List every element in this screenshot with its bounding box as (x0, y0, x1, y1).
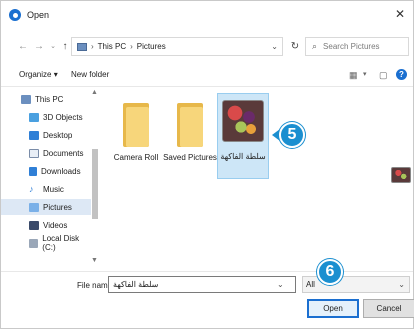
file-item-fruit-salad[interactable]: سلطة الفاكهة (217, 93, 269, 179)
nav-item-this-pc[interactable]: This PC (1, 91, 91, 107)
file-label: Camera Roll (113, 153, 159, 162)
document-icon (29, 148, 39, 158)
navigation-pane: This PC 3D Objects Desktop Documents Dow… (1, 89, 101, 269)
nav-item-desktop[interactable]: Desktop (1, 127, 91, 143)
view-options-chevron-icon[interactable]: ▾ (363, 70, 367, 78)
nav-item-music[interactable]: ♪ Music (1, 181, 91, 197)
file-name-value: سلطة الفاكهة (113, 280, 159, 289)
file-item-saved-pictures[interactable]: Saved Pictures (163, 93, 217, 179)
disk-icon (29, 238, 39, 248)
step-5-badge: 5 (279, 122, 305, 148)
nav-pane-scrollbar[interactable]: ▲ ▼ (90, 89, 99, 269)
file-type-value: All (306, 280, 315, 289)
command-toolbar: Organize ▾ New folder ▦ ▾ ▢ ? (1, 64, 413, 86)
nav-item-label: Pictures (43, 202, 72, 212)
scrollbar-thumb[interactable] (92, 149, 98, 219)
nav-item-label: This PC (35, 94, 64, 104)
nav-item-label: Music (43, 184, 64, 194)
app-icon (9, 9, 21, 21)
window-title: Open (27, 10, 50, 20)
nav-item-label: Documents (43, 148, 84, 158)
nav-item-3d-objects[interactable]: 3D Objects (1, 109, 91, 125)
music-icon: ♪ (29, 184, 34, 194)
file-label: سلطة الفاكهة (220, 152, 266, 161)
chevron-down-icon: ▾ (53, 70, 58, 79)
chevron-down-icon: ⌄ (398, 280, 405, 289)
search-placeholder: Search Pictures (323, 42, 380, 51)
back-arrow-icon[interactable]: ← (17, 39, 29, 53)
image-thumbnail (222, 100, 264, 142)
preview-pane-icon[interactable]: ▢ (379, 70, 388, 81)
breadcrumb-this-pc[interactable]: This PC (98, 42, 126, 51)
file-name-dropdown-icon[interactable]: ⌄ (277, 280, 284, 289)
step-6-badge: 6 (317, 259, 343, 285)
open-button[interactable]: Open (307, 299, 359, 318)
close-icon[interactable]: ✕ (391, 5, 409, 23)
refresh-icon[interactable]: ↻ (287, 37, 303, 56)
up-arrow-icon[interactable]: ↑ (59, 39, 71, 53)
nav-item-local-disk[interactable]: Local Disk (C:) (1, 234, 91, 252)
folder-icon (123, 103, 149, 147)
navigation-bar: ← → ⌄ ↑ › This PC › Pictures ⌄ ↻ ⌕ Searc… (1, 34, 413, 60)
organize-label: Organize (19, 70, 52, 79)
preview-image (391, 167, 411, 183)
breadcrumb-pictures[interactable]: Pictures (137, 42, 166, 51)
chevron-right-icon: › (91, 42, 94, 51)
organize-button[interactable]: Organize ▾ (19, 70, 58, 79)
forward-arrow-icon[interactable]: → (33, 39, 45, 53)
computer-icon (21, 94, 31, 104)
desktop-icon (29, 130, 39, 140)
cube-icon (29, 112, 39, 122)
file-list: Camera Roll Saved Pictures سلطة الفاكهة (101, 89, 413, 269)
open-dialog: Open ✕ ← → ⌄ ↑ › This PC › Pictures ⌄ ↻ … (0, 0, 414, 329)
scroll-down-icon[interactable]: ▼ (90, 257, 99, 264)
help-icon[interactable]: ? (396, 69, 407, 80)
nav-item-documents[interactable]: Documents (1, 145, 91, 161)
new-folder-button[interactable]: New folder (71, 70, 109, 79)
nav-item-label: Desktop (43, 130, 73, 140)
divider (1, 271, 413, 272)
title-bar: Open ✕ (1, 1, 413, 29)
nav-item-videos[interactable]: Videos (1, 217, 91, 233)
chevron-right-icon: › (130, 42, 133, 51)
nav-item-label: 3D Objects (43, 112, 83, 122)
nav-item-pictures[interactable]: Pictures (1, 199, 91, 215)
file-name-field[interactable]: سلطة الفاكهة (108, 276, 296, 293)
recent-locations-icon[interactable]: ⌄ (47, 39, 59, 53)
download-icon (29, 166, 37, 176)
nav-item-label: Downloads (41, 166, 81, 176)
file-item-camera-roll[interactable]: Camera Roll (109, 93, 163, 179)
search-icon: ⌕ (312, 41, 318, 51)
file-label: Saved Pictures (163, 153, 217, 162)
cancel-button[interactable]: Cancel (363, 299, 414, 318)
pc-icon (77, 42, 87, 51)
folder-icon (177, 103, 203, 147)
nav-item-label: Local Disk (C:) (42, 234, 80, 252)
pictures-icon (29, 202, 39, 212)
nav-item-downloads[interactable]: Downloads (1, 163, 91, 179)
search-box[interactable]: ⌕ Search Pictures (305, 37, 409, 56)
scroll-up-icon[interactable]: ▲ (90, 89, 99, 96)
change-view-icon[interactable]: ▦ (349, 70, 358, 81)
video-icon (29, 220, 39, 230)
address-bar[interactable]: › This PC › Pictures ⌄ (71, 37, 283, 56)
nav-item-label: Videos (43, 220, 68, 230)
chevron-down-icon[interactable]: ⌄ (271, 42, 278, 51)
divider (1, 86, 413, 87)
